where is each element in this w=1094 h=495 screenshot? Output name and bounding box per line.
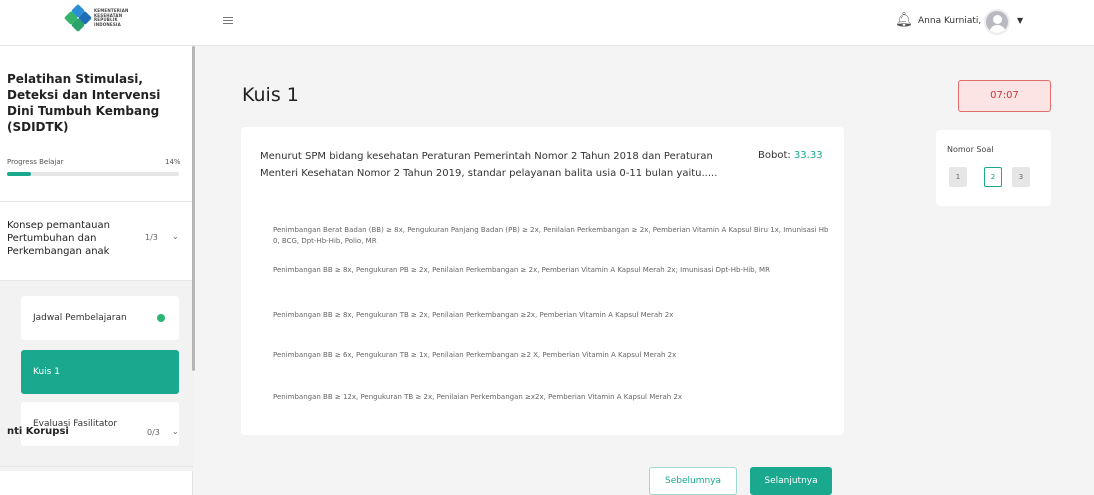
progress-bar [7,172,179,176]
module-title[interactable]: Konsep pemantauan Pertumbuhan dan Perkem… [7,219,127,258]
hamburger-icon[interactable] [223,17,233,26]
question-number-button[interactable]: 1 [949,167,967,187]
weight-label: Bobot: [758,150,791,161]
navigator-title: Nomor Soal [947,145,994,154]
sidebar-item-kuis-1[interactable]: Kuis 1 [21,350,179,394]
answer-option[interactable]: Penimbangan BB ≥ 8x, Pengukuran PB ≥ 2x,… [273,265,833,276]
bell-icon[interactable]: 🔔︎ [895,12,913,28]
answer-option[interactable]: Penimbangan BB ≥ 6x, Pengukuran TB ≥ 1x,… [273,350,833,361]
previous-button[interactable]: Sebelumnya [649,467,737,495]
course-title: Pelatihan Stimulasi, Deteksi dan Interve… [7,72,161,134]
question-navigator: Nomor Soal 1 2 3 [936,130,1051,206]
answer-option[interactable]: Penimbangan BB ≥ 12x, Pengukuran TB ≥ 2x… [273,392,833,403]
avatar[interactable] [984,9,1010,35]
answer-option[interactable]: Penimbangan BB ≥ 8x, Pengukuran TB ≥ 2x,… [273,310,833,321]
question-text: Menurut SPM bidang kesehatan Peraturan P… [260,151,718,179]
module-count: 1/3 [145,233,158,242]
weight-value: 33.33 [793,150,823,161]
ministry-logo[interactable]: KEMENTERIAN KESEHATAN REPUBLIK INDONESIA [63,3,136,33]
question-weight: Bobot: 33.33 [758,150,823,161]
question-card: Menurut SPM bidang kesehatan Peraturan P… [241,127,844,435]
module-title[interactable]: nti Korupsi [7,426,69,437]
divider [0,201,193,202]
sidebar-item-label: Jadwal Pembelajaran [33,313,127,323]
divider [0,466,193,467]
logo-text: KEMENTERIAN KESEHATAN REPUBLIK INDONESIA [94,8,129,27]
sidebar-scrollbar[interactable] [192,46,195,371]
module-count: 0/3 [147,428,160,437]
countdown-timer: 07:07 [958,80,1051,112]
chevron-down-icon[interactable]: ⌄ [172,232,179,241]
chevron-down-icon[interactable]: ⌄ [172,427,179,436]
progress-bar-fill [7,172,32,176]
sidebar-item-evaluasi-fasilitator[interactable]: Evaluasi Fasilitator [21,402,179,446]
page-title: Kuis 1 [242,84,299,106]
question-number-button-current[interactable]: 2 [984,167,1002,187]
sidebar: Pelatihan Stimulasi, Deteksi dan Interve… [0,46,193,495]
sidebar-item-jadwal-pembelajaran[interactable]: Jadwal Pembelajaran [21,296,179,340]
logo-mark-icon [63,3,93,33]
answer-option[interactable]: Penimbangan Berat Badan (BB) ≥ 8x, Pengu… [273,225,833,247]
progress-label: Progress Belajar [7,158,64,166]
top-bar: KEMENTERIAN KESEHATAN REPUBLIK INDONESIA… [0,0,1094,46]
progress-percent: 14% [165,158,181,166]
sidebar-item-label: Kuis 1 [33,367,60,377]
chevron-down-icon[interactable]: ▼ [1017,16,1023,25]
check-circle-icon [157,314,165,322]
next-button[interactable]: Selanjutnya [750,467,832,495]
question-number-button[interactable]: 3 [1012,167,1030,187]
